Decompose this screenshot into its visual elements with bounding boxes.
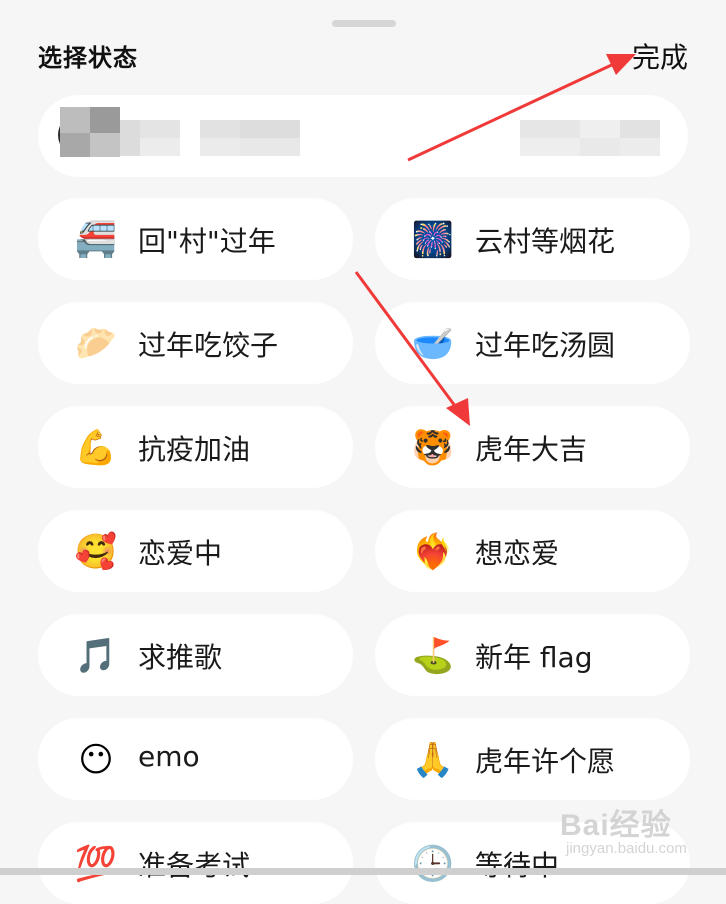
fireworks-icon: 🎆 xyxy=(411,220,455,260)
smiling-face-hearts-icon: 🥰 xyxy=(74,532,118,572)
clock-icon: 🕒 xyxy=(411,844,455,884)
status-option[interactable]: 💪 抗疫加油 xyxy=(38,406,353,488)
dumpling-icon: 🥟 xyxy=(74,324,118,364)
redacted-block xyxy=(620,138,660,156)
monorail-icon: 🚝 xyxy=(74,220,118,260)
status-option[interactable]: ⛳ 新年 flag xyxy=(375,614,690,696)
watermark: Bai经验 jingyan.baidu.com xyxy=(560,800,720,872)
watermark-sub: jingyan.baidu.com xyxy=(566,840,687,857)
status-option-label: 恋爱中 xyxy=(138,537,223,570)
status-option[interactable]: 🙏 虎年许个愿 xyxy=(375,718,690,800)
status-option[interactable]: 🐯 虎年大吉 xyxy=(375,406,690,488)
status-option-label: 虎年大吉 xyxy=(475,433,588,466)
redacted-block xyxy=(240,138,300,156)
no-mouth-face-icon: 😶 xyxy=(78,740,114,780)
musical-note-icon: 🎵 xyxy=(74,636,118,676)
hundred-points-icon: 💯 xyxy=(74,844,118,884)
bottom-edge xyxy=(0,868,726,875)
page-title: 选择状态 xyxy=(38,44,138,72)
current-status-field[interactable] xyxy=(38,95,688,177)
redacted-block xyxy=(90,133,120,157)
status-picker-sheet: 选择状态 完成 🚝 回"村"过年 🎆 云村等烟花 🥟 过年吃饺子 🥣 过年吃汤圆 💪 抗疫加油 🐯 虎… xyxy=(0,0,726,904)
status-option-label: 求推歌 xyxy=(138,641,223,674)
redacted-block xyxy=(620,120,660,138)
status-option-label: emo xyxy=(138,740,200,773)
status-option[interactable]: 🥟 过年吃饺子 xyxy=(38,302,353,384)
redacted-block xyxy=(120,120,140,156)
watermark-main: Bai经验 xyxy=(560,809,672,842)
status-option[interactable]: 🥣 过年吃汤圆 xyxy=(375,302,690,384)
redacted-block xyxy=(580,120,620,138)
status-option[interactable]: 💯 准备考试 xyxy=(38,822,353,904)
status-option[interactable]: 🚝 回"村"过年 xyxy=(38,198,353,280)
redacted-block xyxy=(200,138,240,156)
drag-handle[interactable] xyxy=(332,20,396,27)
redacted-block xyxy=(60,133,90,157)
redacted-block xyxy=(90,107,120,133)
status-option[interactable]: 🎵 求推歌 xyxy=(38,614,353,696)
status-option-label: 等待中 xyxy=(475,849,560,882)
bowl-icon: 🥣 xyxy=(411,324,455,364)
folded-hands-icon: 🙏 xyxy=(411,740,455,780)
redacted-block xyxy=(140,120,180,138)
status-option-label: 新年 flag xyxy=(475,641,593,674)
status-option[interactable]: ❤️‍🔥 想恋爱 xyxy=(375,510,690,592)
status-option-label: 虎年许个愿 xyxy=(475,745,616,778)
status-option-label: 过年吃汤圆 xyxy=(475,329,616,362)
redacted-block xyxy=(520,120,580,138)
status-option-label: 云村等烟花 xyxy=(475,225,616,258)
redacted-block xyxy=(520,138,580,156)
status-option-label: 回"村"过年 xyxy=(138,225,276,258)
status-option-label: 想恋爱 xyxy=(475,537,560,570)
status-option[interactable]: 🎆 云村等烟花 xyxy=(375,198,690,280)
golf-flag-icon: ⛳ xyxy=(411,636,455,676)
status-option-label: 准备考试 xyxy=(138,849,251,882)
redacted-block xyxy=(60,107,90,133)
tiger-face-icon: 🐯 xyxy=(411,428,455,468)
redacted-block xyxy=(240,120,300,138)
redacted-block xyxy=(140,138,180,156)
redacted-block xyxy=(580,138,620,156)
status-option[interactable]: 😶 emo xyxy=(38,718,353,800)
status-option[interactable]: 🥰 恋爱中 xyxy=(38,510,353,592)
heart-on-fire-icon: ❤️‍🔥 xyxy=(411,532,455,572)
done-button[interactable]: 完成 xyxy=(632,36,688,76)
flexed-biceps-icon: 💪 xyxy=(74,428,118,468)
status-option-label: 过年吃饺子 xyxy=(138,329,279,362)
redacted-block xyxy=(200,120,240,138)
status-option-label: 抗疫加油 xyxy=(138,433,251,466)
